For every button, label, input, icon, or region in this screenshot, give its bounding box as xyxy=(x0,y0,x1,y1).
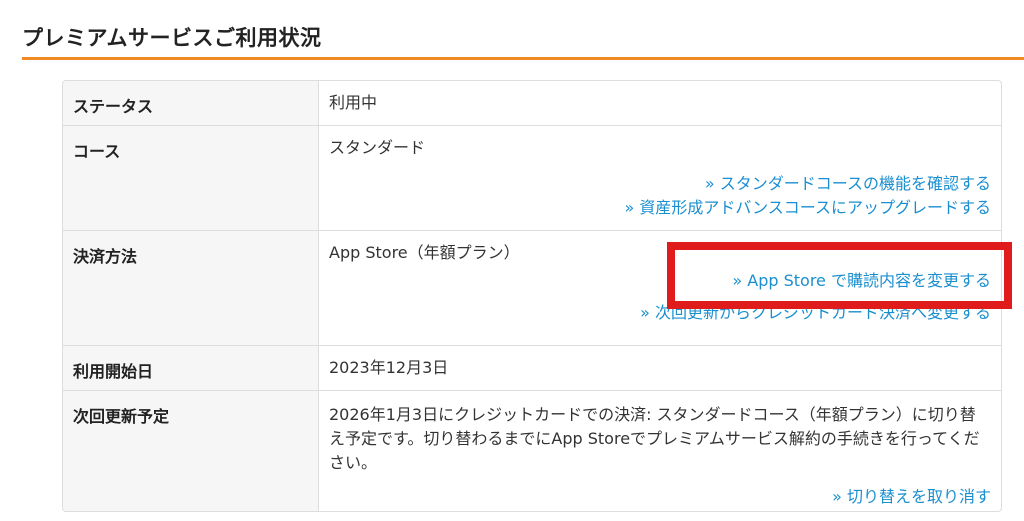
payment-value-cell: App Store（年額プラン） » App Store で購読内容を変更する … xyxy=(319,231,1001,345)
start-date-value: 2023年12月3日 xyxy=(329,358,449,377)
next-renewal-value-cell: 2026年1月3日にクレジットカードでの決済: スタンダードコース（年額プラン）… xyxy=(319,391,1001,511)
next-renewal-value: 2026年1月3日にクレジットカードでの決済: スタンダードコース（年額プラン）… xyxy=(329,405,980,472)
cancel-switch-link[interactable]: » 切り替えを取り消す xyxy=(329,485,991,509)
table-row-payment: 決済方法 App Store（年額プラン） » App Store で購読内容を… xyxy=(63,230,1001,345)
start-date-label: 利用開始日 xyxy=(63,346,319,390)
page-title: プレミアムサービスご利用状況 xyxy=(22,26,322,50)
subscription-status-table: ステータス 利用中 コース スタンダード » スタンダードコースの機能を確認する… xyxy=(62,80,1002,512)
switch-to-credit-card-link[interactable]: » 次回更新からクレジットカード決済へ変更する xyxy=(329,301,991,325)
upgrade-advance-course-link[interactable]: » 資産形成アドバンスコースにアップグレードする xyxy=(329,196,991,220)
course-value-cell: スタンダード » スタンダードコースの機能を確認する » 資産形成アドバンスコー… xyxy=(319,126,1001,230)
table-row-status: ステータス 利用中 xyxy=(63,81,1001,125)
course-label: コース xyxy=(63,126,319,230)
next-renewal-links: » 切り替えを取り消す xyxy=(329,485,991,509)
start-date-value-cell: 2023年12月3日 xyxy=(319,346,1001,390)
course-value: スタンダード xyxy=(329,138,426,157)
status-value-cell: 利用中 xyxy=(319,81,1001,125)
change-appstore-subscription-link[interactable]: » App Store で購読内容を変更する xyxy=(329,269,991,293)
payment-value: App Store（年額プラン） xyxy=(329,243,520,262)
table-row-course: コース スタンダード » スタンダードコースの機能を確認する » 資産形成アドバ… xyxy=(63,125,1001,230)
payment-label: 決済方法 xyxy=(63,231,319,345)
table-row-next-renewal: 次回更新予定 2026年1月3日にクレジットカードでの決済: スタンダードコース… xyxy=(63,390,1001,511)
payment-links: » App Store で購読内容を変更する » 次回更新からクレジットカード決… xyxy=(329,269,991,325)
course-links: » スタンダードコースの機能を確認する » 資産形成アドバンスコースにアップグレ… xyxy=(329,172,991,220)
status-label: ステータス xyxy=(63,81,319,125)
next-renewal-label: 次回更新予定 xyxy=(63,391,319,511)
title-divider xyxy=(22,57,1024,60)
table-row-start-date: 利用開始日 2023年12月3日 xyxy=(63,345,1001,390)
view-standard-features-link[interactable]: » スタンダードコースの機能を確認する xyxy=(329,172,991,196)
status-value: 利用中 xyxy=(329,93,378,112)
